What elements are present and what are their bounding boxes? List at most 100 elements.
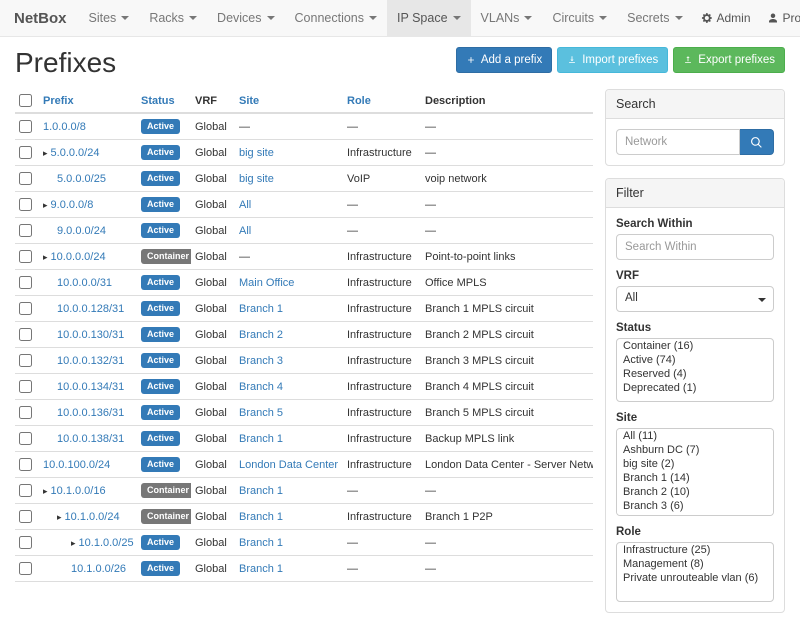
filter-option[interactable]: Reserved (4) [617,367,773,381]
site-link[interactable]: Branch 3 [239,355,283,367]
row-checkbox[interactable] [19,536,32,549]
site-link[interactable]: Branch 1 [239,511,283,523]
column-header-status[interactable]: Status [137,89,191,113]
profile-link[interactable]: Profile [759,0,800,36]
search-input[interactable] [616,129,740,155]
site-link[interactable]: All [239,225,251,237]
brand[interactable]: NetBox [10,0,79,36]
expand-caret-icon[interactable]: ▸ [71,538,76,548]
site-link[interactable]: Branch 1 [239,537,283,549]
row-checkbox[interactable] [19,120,32,133]
expand-caret-icon[interactable]: ▸ [43,148,48,158]
filter-option[interactable]: Branch 4 (12) [617,513,773,516]
expand-caret-icon[interactable]: ▸ [43,252,48,262]
prefix-link[interactable]: 10.0.0.132/31 [57,355,124,367]
site-link[interactable]: Branch 1 [239,433,283,445]
row-checkbox[interactable] [19,354,32,367]
row-checkbox[interactable] [19,328,32,341]
row-checkbox[interactable] [19,302,32,315]
site-link[interactable]: Branch 4 [239,381,283,393]
chevron-down-icon [121,16,129,20]
site-link[interactable]: Main Office [239,277,294,289]
filter-select-vrf[interactable]: All [616,286,774,312]
nav-item-connections[interactable]: Connections [285,0,388,36]
prefix-link[interactable]: 10.1.0.0/16 [51,485,106,497]
nav-item-secrets[interactable]: Secrets [617,0,692,36]
filter-option[interactable]: Container (16) [617,339,773,353]
filter-option[interactable]: Ashburn DC (7) [617,443,773,457]
filter-option[interactable]: Private unrouteable vlan (6) [617,571,773,585]
column-header-prefix[interactable]: Prefix [39,89,137,113]
filter-option[interactable]: Branch 1 (14) [617,471,773,485]
nav-item-circuits[interactable]: Circuits [542,0,617,36]
import-prefixes-button[interactable]: Import prefixes [557,47,668,73]
filter-option[interactable]: Deprecated (1) [617,381,773,395]
prefix-link[interactable]: 10.1.0.0/25 [79,537,134,549]
filter-option[interactable]: All (11) [617,429,773,443]
site-link[interactable]: Branch 1 [239,303,283,315]
prefix-link[interactable]: 9.0.0.0/24 [57,225,106,237]
filter-list-site[interactable]: All (11)Ashburn DC (7)big site (2)Branch… [616,428,774,516]
filter-option[interactable]: Management (8) [617,557,773,571]
row-checkbox[interactable] [19,276,32,289]
row-checkbox[interactable] [19,198,32,211]
site-link[interactable]: Branch 5 [239,407,283,419]
nav-item-sites[interactable]: Sites [79,0,140,36]
row-checkbox[interactable] [19,458,32,471]
filter-input-search-within[interactable] [616,234,774,260]
site-link[interactable]: Branch 2 [239,329,283,341]
site-link[interactable]: Branch 1 [239,563,283,575]
site-link[interactable]: big site [239,173,274,185]
nav-item-vlans[interactable]: VLANs [471,0,543,36]
row-checkbox[interactable] [19,484,32,497]
filter-option[interactable]: Branch 2 (10) [617,485,773,499]
row-checkbox[interactable] [19,250,32,263]
row-checkbox[interactable] [19,172,32,185]
prefix-link[interactable]: 10.0.100.0/24 [43,459,110,471]
row-checkbox[interactable] [19,432,32,445]
filter-option[interactable]: Active (74) [617,353,773,367]
prefix-link[interactable]: 5.0.0.0/24 [51,147,100,159]
row-checkbox[interactable] [19,224,32,237]
row-checkbox[interactable] [19,510,32,523]
column-header-site[interactable]: Site [235,89,343,113]
nav-item-devices[interactable]: Devices [207,0,284,36]
prefix-link[interactable]: 10.0.0.136/31 [57,407,124,419]
user-icon [767,12,779,24]
row-checkbox[interactable] [19,562,32,575]
prefix-link[interactable]: 1.0.0.0/8 [43,121,86,133]
expand-caret-icon[interactable]: ▸ [43,200,48,210]
prefix-link[interactable]: 10.0.0.128/31 [57,303,124,315]
expand-caret-icon[interactable]: ▸ [43,486,48,496]
row-checkbox[interactable] [19,406,32,419]
site-link[interactable]: Branch 1 [239,485,283,497]
expand-caret-icon[interactable]: ▸ [57,512,62,522]
nav-item-ip-space[interactable]: IP Space [387,0,471,36]
filter-list-status[interactable]: Container (16)Active (74)Reserved (4)Dep… [616,338,774,402]
site-link[interactable]: London Data Center [239,459,338,471]
prefix-link[interactable]: 10.0.0.0/24 [51,251,106,263]
vrf-cell: Global [191,166,235,192]
row-checkbox[interactable] [19,380,32,393]
add-prefix-button[interactable]: Add a prefix [456,47,552,73]
prefix-link[interactable]: 10.0.0.138/31 [57,433,124,445]
filter-list-role[interactable]: Infrastructure (25)Management (8)Private… [616,542,774,602]
column-header-role[interactable]: Role [343,89,421,113]
select-all-checkbox[interactable] [19,94,32,107]
prefix-link[interactable]: 10.0.0.130/31 [57,329,124,341]
prefix-link[interactable]: 10.0.0.134/31 [57,381,124,393]
nav-item-racks[interactable]: Racks [139,0,207,36]
prefix-link[interactable]: 10.0.0.0/31 [57,277,112,289]
site-link[interactable]: big site [239,147,274,159]
export-prefixes-button[interactable]: Export prefixes [673,47,785,73]
admin-link[interactable]: Admin [693,0,759,36]
prefix-link[interactable]: 5.0.0.0/25 [57,173,106,185]
filter-option[interactable]: Infrastructure (25) [617,543,773,557]
row-checkbox[interactable] [19,146,32,159]
search-button[interactable] [740,129,774,155]
prefix-link[interactable]: 9.0.0.0/8 [51,199,94,211]
prefix-link[interactable]: 10.1.0.0/26 [71,563,126,575]
filter-option[interactable]: big site (2) [617,457,773,471]
prefix-link[interactable]: 10.1.0.0/24 [65,511,120,523]
site-link[interactable]: All [239,199,251,211]
